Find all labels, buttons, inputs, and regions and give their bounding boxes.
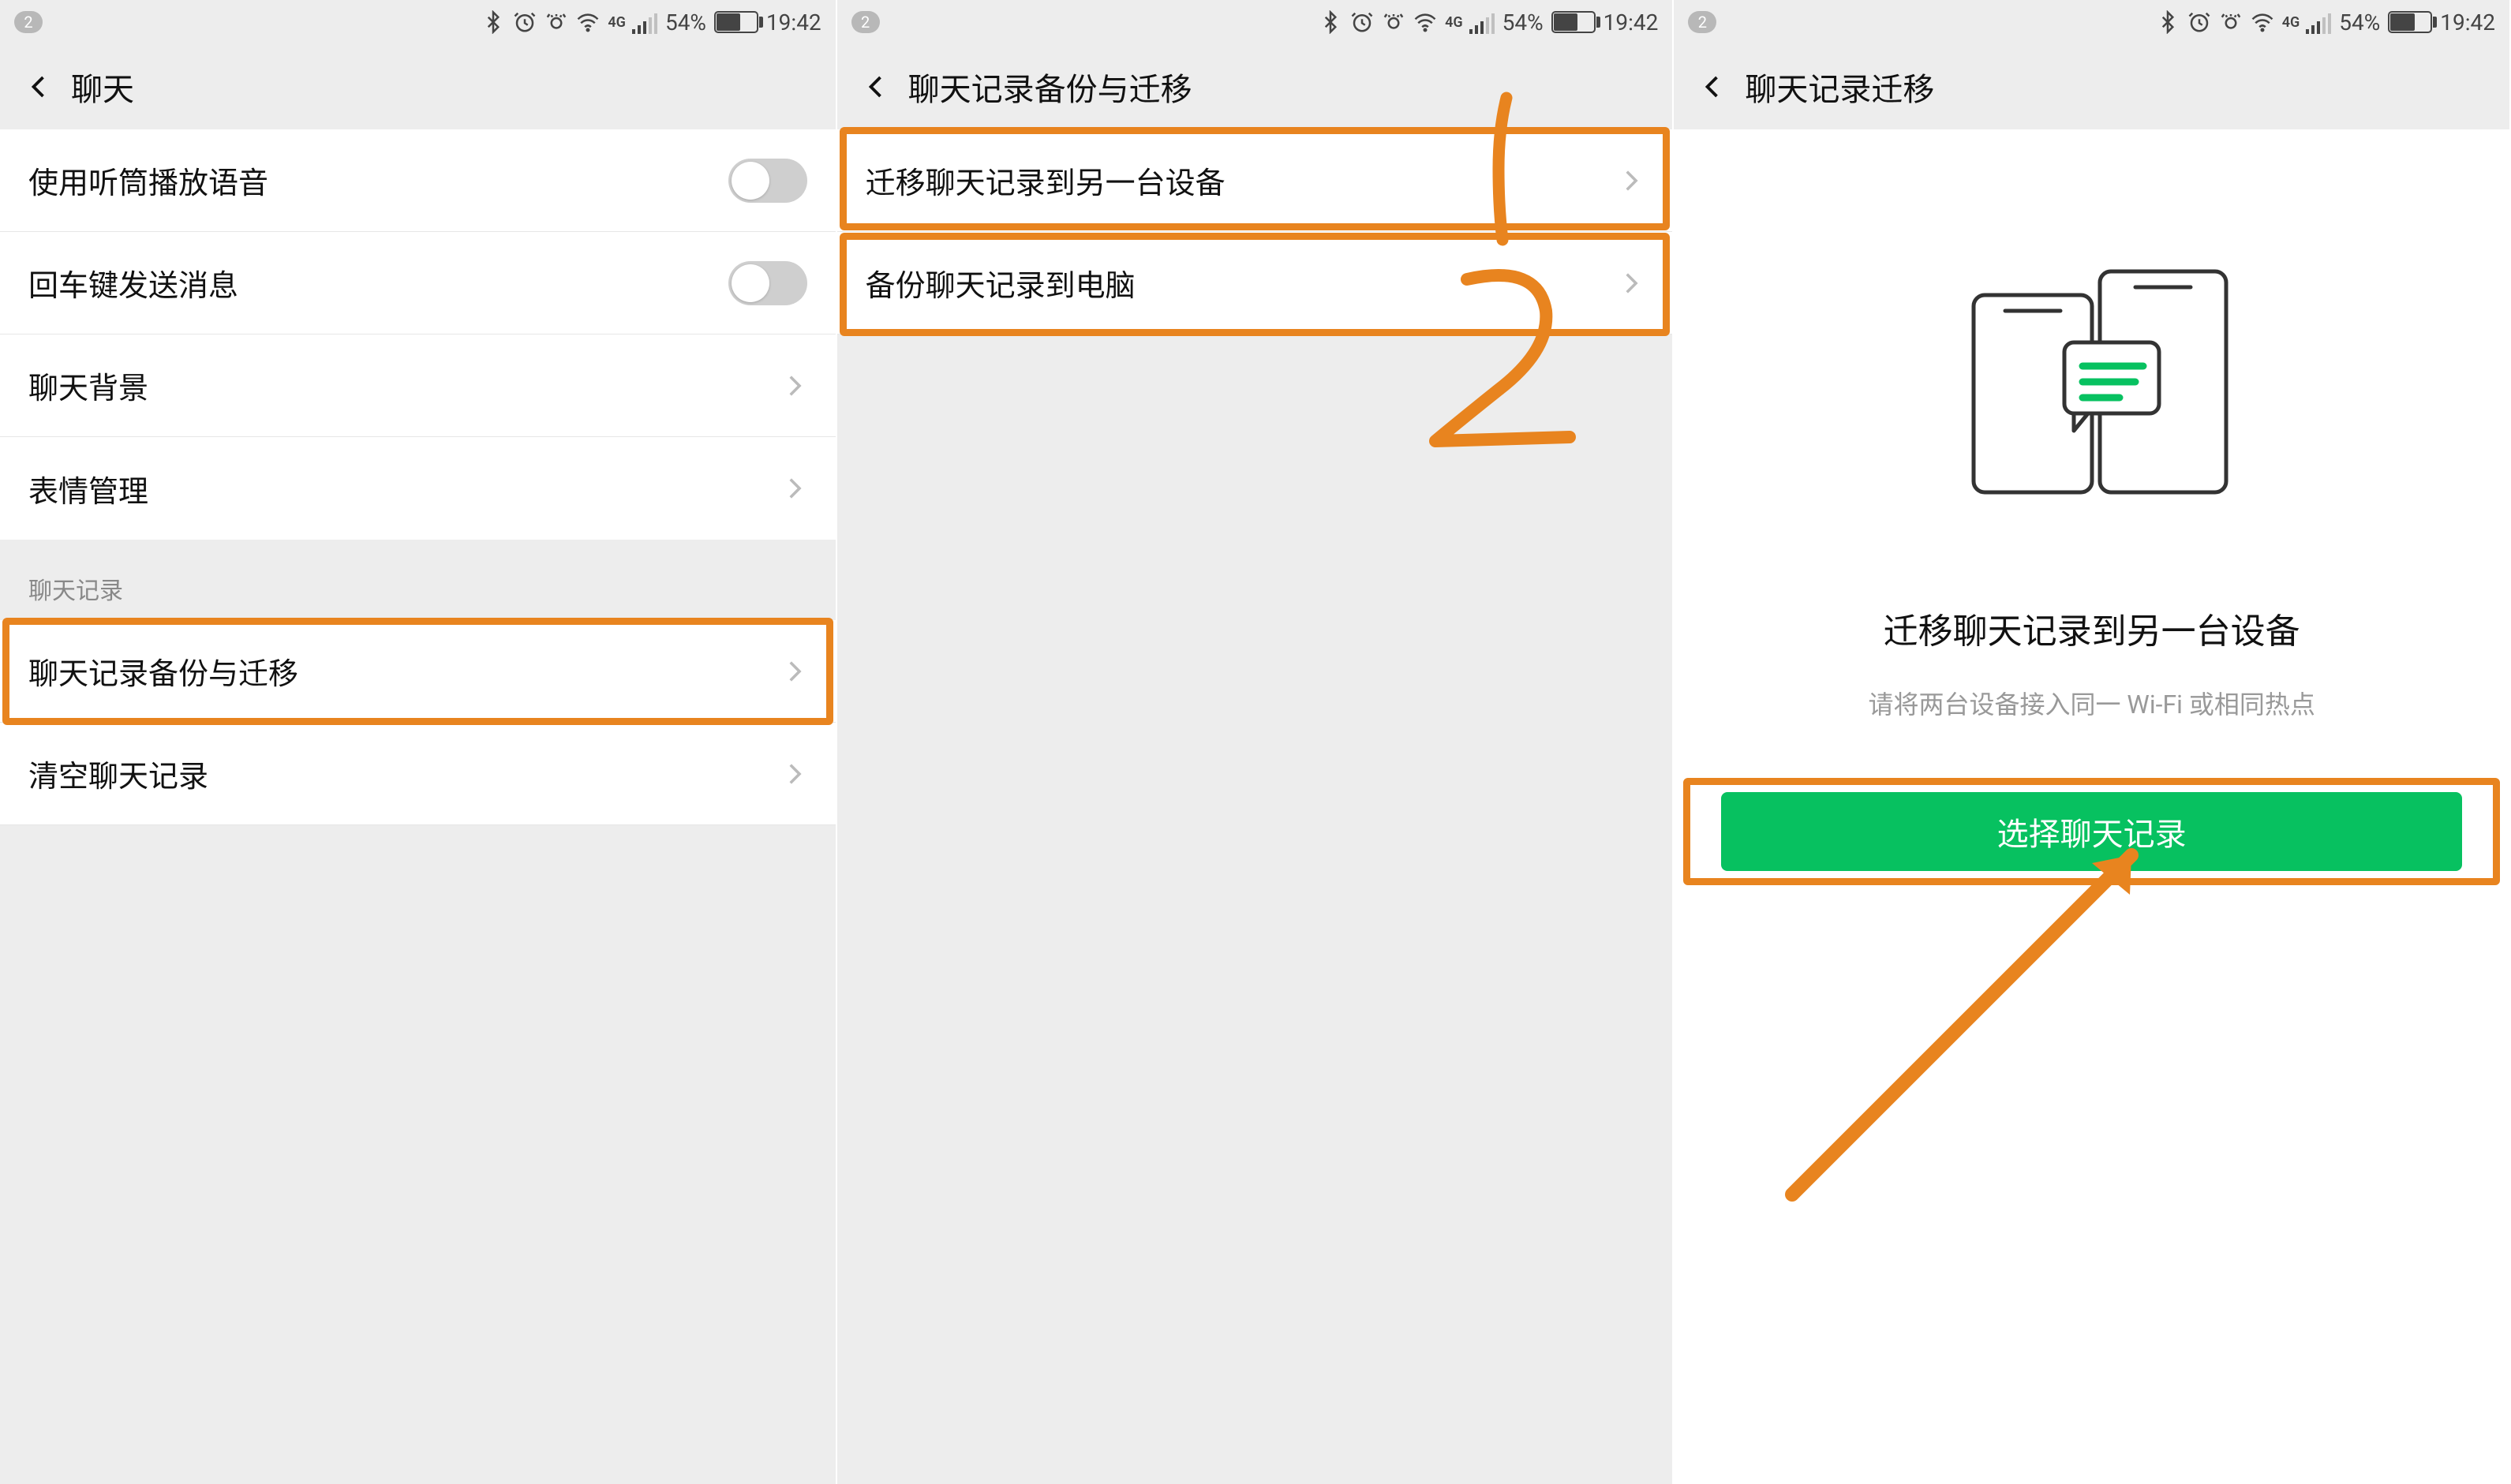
battery-icon <box>714 11 758 33</box>
chevron-right-icon <box>780 475 807 502</box>
cell-enter-send[interactable]: 回车键发送消息 <box>0 232 836 335</box>
nav-header: 聊天记录迁移 <box>1674 44 2509 129</box>
network-type-label: 4G <box>1445 14 1463 31</box>
signal-icon <box>2304 10 2331 34</box>
status-bar: 2 4G 54% 19:42 <box>837 0 1673 44</box>
notification-count-badge: 2 <box>851 11 880 33</box>
chevron-right-icon <box>780 761 807 787</box>
signal-icon <box>631 10 657 34</box>
clock-label: 19:42 <box>2440 9 2495 36</box>
page-title: 聊天记录迁移 <box>1745 64 1934 110</box>
cell-label: 聊天记录备份与迁移 <box>28 649 298 693</box>
screenshot-2-backup-migrate: 2 4G 54% 19:42 聊天记录备份与迁移 迁移聊天记录到另一台设备 <box>837 0 1675 1484</box>
two-phones-illustration <box>1942 256 2242 508</box>
battery-icon <box>2388 11 2432 33</box>
section-header-chatlog: 聊天记录 <box>0 540 836 620</box>
network-type-label: 4G <box>608 14 626 31</box>
wifi-icon <box>576 10 600 34</box>
cell-label: 回车键发送消息 <box>28 261 238 305</box>
battery-icon <box>1551 11 1596 33</box>
cell-backup-migrate[interactable]: 聊天记录备份与迁移 <box>0 620 836 723</box>
alarm-icon <box>513 10 537 34</box>
battery-percent-label: 54% <box>1502 9 1544 36</box>
annotation-arrow <box>1761 816 2202 1226</box>
cell-backup-to-pc[interactable]: 备份聊天记录到电脑 <box>837 232 1673 335</box>
chevron-right-icon <box>780 658 807 685</box>
wifi-icon <box>1413 10 1437 34</box>
alarm-icon <box>2187 10 2211 34</box>
options-list: 迁移聊天记录到另一台设备 备份聊天记录到电脑 <box>837 129 1673 1484</box>
cell-label: 清空聊天记录 <box>28 752 208 795</box>
chevron-left-icon <box>863 73 891 101</box>
screenshot-1-chat-settings: 2 4G 54% 19:42 聊天 使用听筒播放语音 <box>0 0 837 1484</box>
cell-clear-chatlog[interactable]: 清空聊天记录 <box>0 723 836 825</box>
chevron-left-icon <box>25 73 54 101</box>
cell-sticker-management[interactable]: 表情管理 <box>0 437 836 540</box>
page-title: 聊天 <box>71 64 134 110</box>
cell-label: 使用听筒播放语音 <box>28 159 268 202</box>
eye-icon <box>1382 10 1405 34</box>
cell-label: 表情管理 <box>28 467 148 510</box>
clock-label: 19:42 <box>1604 9 1659 36</box>
migrate-heading: 迁移聊天记录到另一台设备 <box>1884 603 2300 653</box>
cell-migrate-to-device[interactable]: 迁移聊天记录到另一台设备 <box>837 129 1673 232</box>
notification-count-badge: 2 <box>14 11 43 33</box>
screenshot-3-migrate: 2 4G 54% 19:42 聊天记录迁移 <box>1674 0 2511 1484</box>
chevron-left-icon <box>1699 73 1727 101</box>
cell-chat-background[interactable]: 聊天背景 <box>0 335 836 437</box>
eye-icon <box>544 10 568 34</box>
nav-header: 聊天 <box>0 44 836 129</box>
battery-percent-label: 54% <box>2339 9 2380 36</box>
bluetooth-icon <box>1319 10 1342 34</box>
settings-list: 使用听筒播放语音 回车键发送消息 聊天背景 表情管理 聊天记录 聊天记录备份与迁… <box>0 129 836 1484</box>
toggle-enter-send[interactable] <box>728 261 807 305</box>
select-chatlog-button[interactable]: 选择聊天记录 <box>1721 792 2462 871</box>
alarm-icon <box>1350 10 1374 34</box>
chevron-right-icon <box>780 372 807 399</box>
status-bar: 2 4G 54% 19:42 <box>1674 0 2509 44</box>
network-type-label: 4G <box>2282 14 2300 31</box>
back-button[interactable] <box>1696 69 1731 104</box>
back-button[interactable] <box>22 69 57 104</box>
cell-label: 备份聊天记录到电脑 <box>866 261 1136 305</box>
migrate-body: 迁移聊天记录到另一台设备 请将两台设备接入同一 Wi-Fi 或相同热点 选择聊天… <box>1674 129 2509 1484</box>
toggle-use-earpiece[interactable] <box>728 159 807 203</box>
cell-label: 迁移聊天记录到另一台设备 <box>866 159 1226 202</box>
eye-icon <box>2219 10 2243 34</box>
nav-header: 聊天记录备份与迁移 <box>837 44 1673 129</box>
wifi-icon <box>2251 10 2274 34</box>
cell-use-earpiece[interactable]: 使用听筒播放语音 <box>0 129 836 232</box>
cell-label: 聊天背景 <box>28 364 148 407</box>
page-title: 聊天记录备份与迁移 <box>908 64 1192 110</box>
notification-count-badge: 2 <box>1688 11 1716 33</box>
battery-percent-label: 54% <box>665 9 706 36</box>
chevron-right-icon <box>1617 270 1644 297</box>
chevron-right-icon <box>1617 167 1644 194</box>
clock-label: 19:42 <box>766 9 821 36</box>
bluetooth-icon <box>2156 10 2180 34</box>
bluetooth-icon <box>481 10 505 34</box>
migrate-subtext: 请将两台设备接入同一 Wi-Fi 或相同热点 <box>1868 685 2315 721</box>
back-button[interactable] <box>859 69 894 104</box>
signal-icon <box>1468 10 1495 34</box>
status-bar: 2 4G 54% 19:42 <box>0 0 836 44</box>
